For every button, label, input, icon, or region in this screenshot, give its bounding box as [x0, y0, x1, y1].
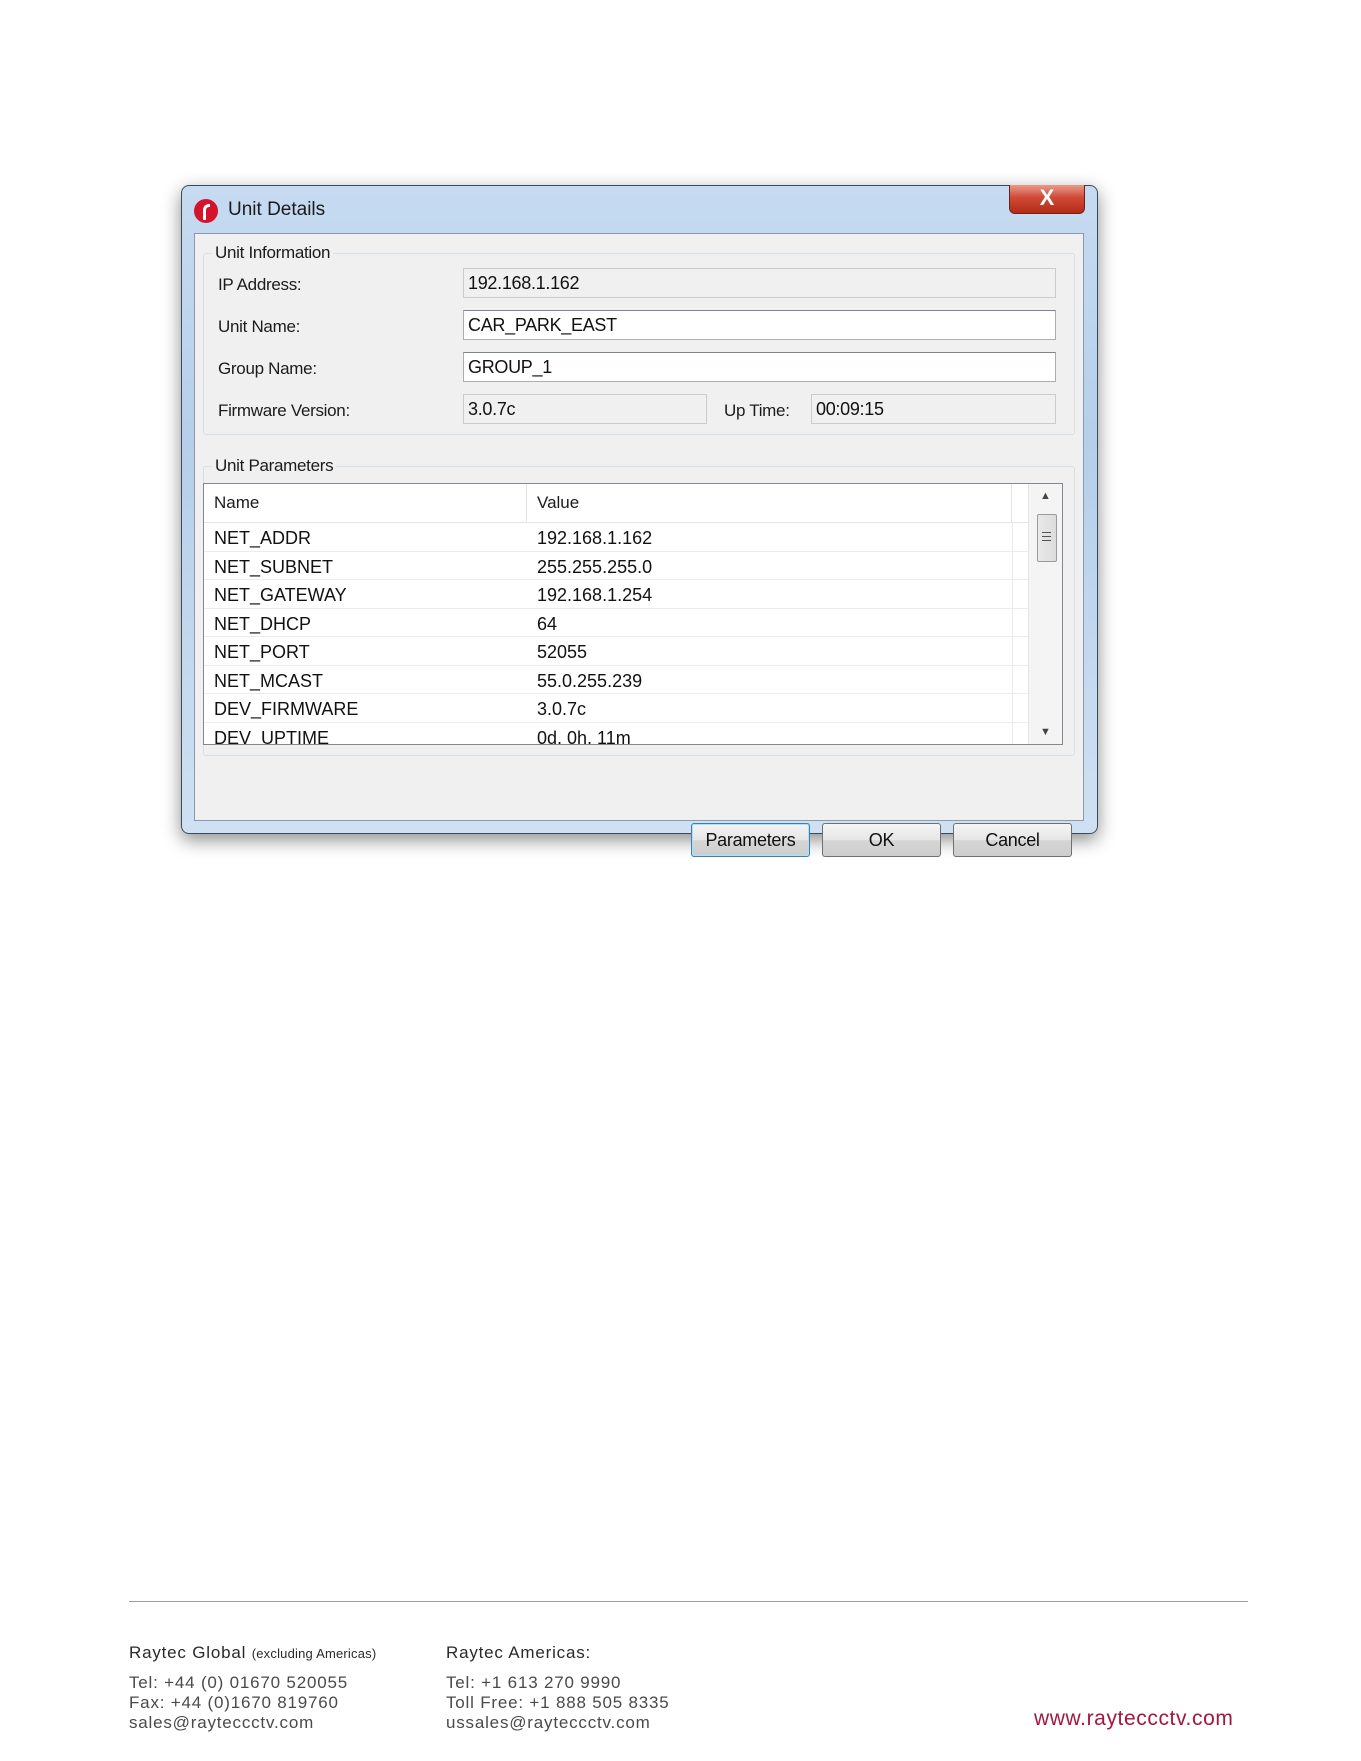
grip-icon	[1042, 536, 1051, 537]
dialog-body: Unit Information IP Address: 192.168.1.1…	[194, 233, 1084, 857]
table-row[interactable]: DEV_UPTIME 0d, 0h, 11m	[204, 722, 1029, 745]
ok-button[interactable]: OK	[822, 823, 941, 857]
grip-icon	[1042, 540, 1051, 541]
raytec-logo-icon	[194, 199, 218, 223]
table-row[interactable]: NET_PORT 52055	[204, 637, 1029, 666]
grip-icon	[1042, 532, 1051, 533]
table-row[interactable]: NET_MCAST 55.0.255.239	[204, 665, 1029, 694]
param-name: NET_SUBNET	[214, 556, 334, 577]
group-name-label: Group Name:	[218, 359, 317, 378]
param-value: 55.0.255.239	[537, 670, 643, 691]
table-row[interactable]: NET_ADDR 192.168.1.162	[204, 523, 1029, 552]
param-value: 52055	[537, 642, 588, 662]
param-name: NET_DHCP	[214, 613, 312, 634]
window-title: Unit Details	[228, 199, 326, 220]
close-button[interactable]: X	[1009, 185, 1085, 214]
table-row[interactable]: NET_DHCP 64	[204, 608, 1029, 637]
global-heading: Raytec Global (excluding Americas)	[129, 1643, 376, 1663]
param-name: DEV_FIRMWARE	[214, 699, 359, 719]
group-name-input[interactable]: GROUP_1	[463, 352, 1056, 382]
ip-address-label: IP Address:	[218, 275, 302, 294]
vertical-scrollbar[interactable]: ▲ ▼	[1028, 484, 1062, 744]
param-name: NET_PORT	[214, 642, 310, 662]
param-name: NET_ADDR	[214, 528, 312, 548]
table-row[interactable]: NET_GATEWAY 192.168.1.254	[204, 580, 1029, 609]
americas-toll-free: Toll Free: +1 888 505 8335	[446, 1693, 670, 1712]
parameters-list[interactable]: Name Value NET_ADDR 192.168.1.162 NET_SUB…	[203, 483, 1063, 745]
unit-details-window: Unit Details X Unit Information IP Addre…	[181, 185, 1098, 857]
up-time-field[interactable]: 00:09:15	[811, 394, 1056, 424]
americas-tel: Tel: +1 613 270 9990	[446, 1673, 622, 1692]
column-header-name[interactable]: Name	[204, 484, 527, 522]
unit-parameters-legend: Unit Parameters	[215, 456, 334, 475]
title-bar[interactable]: Unit Details X	[182, 185, 1097, 230]
param-value: 192.168.1.254	[537, 585, 653, 605]
param-value: 3.0.7c	[537, 699, 587, 719]
param-value: 192.168.1.162	[537, 528, 653, 548]
global-fax: Fax: +44 (0)1670 819760	[129, 1693, 339, 1712]
param-value: 64	[537, 613, 558, 634]
table-row[interactable]: DEV_FIRMWARE 3.0.7c	[204, 694, 1029, 723]
list-header: Name Value	[204, 484, 1029, 523]
scroll-thumb[interactable]	[1037, 514, 1057, 562]
website-link[interactable]: www.rayteccctv.com	[1034, 1707, 1233, 1731]
global-email[interactable]: sales@rayteccctv.com	[129, 1713, 314, 1733]
table-row[interactable]: NET_SUBNET 255.255.255.0	[204, 551, 1029, 580]
footer-divider	[129, 1601, 1248, 1602]
cancel-button[interactable]: Cancel	[953, 823, 1072, 857]
parameters-button[interactable]: Parameters	[691, 823, 810, 857]
param-name: NET_GATEWAY	[214, 585, 347, 605]
param-name: NET_MCAST	[214, 670, 324, 691]
scroll-up-arrow-icon[interactable]: ▲	[1029, 484, 1062, 508]
global-tel: Tel: +44 (0) 01670 520055	[129, 1673, 348, 1692]
unit-information-legend: Unit Information	[215, 243, 331, 262]
unit-name-input[interactable]: CAR_PARK_EAST	[463, 310, 1056, 340]
unit-name-label: Unit Name:	[218, 317, 301, 336]
scroll-down-arrow-icon[interactable]: ▼	[1029, 720, 1062, 744]
firmware-version-field[interactable]: 3.0.7c	[463, 394, 707, 424]
americas-heading: Raytec Americas:	[446, 1643, 592, 1662]
firmware-version-label: Firmware Version:	[218, 401, 350, 420]
param-value: 0d, 0h, 11m	[537, 727, 631, 745]
up-time-label: Up Time:	[724, 401, 790, 420]
param-value: 255.255.255.0	[537, 556, 653, 577]
global-heading-text: Raytec Global	[129, 1643, 247, 1662]
americas-email[interactable]: ussales@rayteccctv.com	[446, 1713, 651, 1733]
list-rows: NET_ADDR 192.168.1.162 NET_SUBNET 255.255.…	[204, 523, 1029, 745]
global-heading-note: (excluding Americas)	[251, 1646, 377, 1661]
ip-address-field[interactable]: 192.168.1.162	[463, 268, 1056, 298]
param-name: DEV_UPTIME	[214, 727, 330, 745]
column-header-value[interactable]: Value	[527, 484, 1012, 522]
